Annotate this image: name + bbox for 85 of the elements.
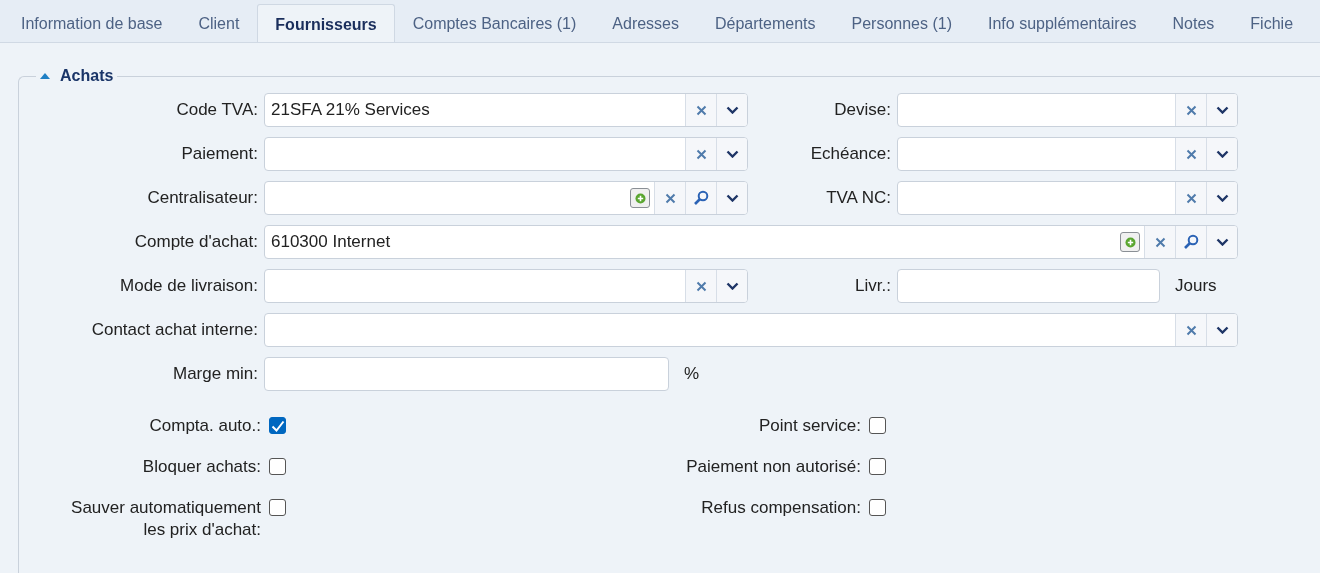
tab[interactable]: Départements bbox=[697, 4, 834, 42]
search-icon bbox=[1183, 234, 1199, 250]
dropdown-button[interactable] bbox=[1206, 94, 1237, 126]
checkbox-label: Compta. auto.: bbox=[149, 415, 261, 437]
tab[interactable]: Information de base bbox=[3, 4, 181, 42]
close-icon bbox=[1185, 148, 1197, 160]
dropdown-button[interactable] bbox=[716, 182, 747, 214]
input-field[interactable] bbox=[264, 181, 748, 215]
chevron-down-icon bbox=[725, 150, 739, 158]
dropdown-button[interactable] bbox=[716, 270, 747, 302]
add-button[interactable] bbox=[630, 188, 650, 208]
checkbox[interactable] bbox=[869, 417, 886, 434]
chevron-down-icon bbox=[725, 194, 739, 202]
checkbox-label: Sauver automatiquement les prix d'achat: bbox=[70, 497, 261, 541]
checkbox[interactable] bbox=[869, 458, 886, 475]
dropdown-button[interactable] bbox=[1206, 226, 1237, 258]
plus-icon bbox=[1124, 236, 1136, 248]
clear-button[interactable] bbox=[654, 182, 685, 214]
close-icon bbox=[1185, 104, 1197, 116]
checkbox-label: Bloquer achats: bbox=[142, 456, 261, 478]
input-field[interactable] bbox=[897, 93, 1238, 127]
close-icon bbox=[695, 104, 707, 116]
tab[interactable]: Adresses bbox=[594, 4, 697, 42]
chevron-down-icon bbox=[1215, 238, 1229, 246]
search-button[interactable] bbox=[685, 182, 716, 214]
checkbox[interactable] bbox=[269, 499, 286, 516]
tab[interactable]: Fournisseurs bbox=[257, 4, 395, 42]
checkbox[interactable] bbox=[269, 417, 286, 434]
close-icon bbox=[1154, 236, 1166, 248]
checkbox[interactable] bbox=[869, 499, 886, 516]
checkbox-label: Paiement non autorisé: bbox=[686, 456, 861, 478]
chevron-down-icon bbox=[1215, 106, 1229, 114]
section-title: Achats bbox=[60, 67, 114, 85]
search-button[interactable] bbox=[1175, 226, 1206, 258]
tab[interactable]: Comptes Bancaires (1) bbox=[394, 4, 595, 42]
plus-icon bbox=[634, 192, 646, 204]
input-field[interactable] bbox=[264, 137, 748, 171]
checkbox-label: Point service: bbox=[758, 415, 861, 437]
close-icon bbox=[1185, 192, 1197, 204]
tab[interactable]: Personnes (1) bbox=[833, 4, 970, 42]
input-field[interactable] bbox=[264, 269, 748, 303]
close-icon bbox=[695, 148, 707, 160]
search-icon bbox=[693, 190, 709, 206]
tab[interactable]: Fichie bbox=[1232, 4, 1312, 42]
checkbox-label: Refus compensation: bbox=[701, 497, 861, 519]
field-label: Centralisateur: bbox=[146, 188, 259, 208]
dropdown-button[interactable] bbox=[716, 138, 747, 170]
chevron-down-icon bbox=[1215, 194, 1229, 202]
close-icon bbox=[695, 280, 707, 292]
checkbox[interactable] bbox=[269, 458, 286, 475]
field-label: Marge min: bbox=[171, 364, 259, 384]
tab[interactable]: Info supplémentaires bbox=[970, 4, 1155, 42]
input-field[interactable] bbox=[897, 269, 1160, 303]
clear-button[interactable] bbox=[1144, 226, 1175, 258]
chevron-down-icon bbox=[725, 106, 739, 114]
chevron-down-icon bbox=[1215, 326, 1229, 334]
add-button[interactable] bbox=[1120, 232, 1140, 252]
field-label: Code TVA: bbox=[175, 100, 259, 120]
field-label: Paiement: bbox=[180, 144, 259, 164]
dropdown-button[interactable] bbox=[1206, 138, 1237, 170]
field-label: Devise: bbox=[833, 100, 892, 120]
chevron-down-icon bbox=[1215, 150, 1229, 158]
input-field[interactable]: 610300 Internet bbox=[264, 225, 1238, 259]
field-label: Mode de livraison: bbox=[119, 276, 259, 296]
field-label: Contact achat interne: bbox=[90, 320, 259, 340]
input-field[interactable] bbox=[897, 181, 1238, 215]
tab[interactable]: Notes bbox=[1154, 4, 1233, 42]
input-field[interactable] bbox=[264, 357, 669, 391]
collapse-triangle-icon[interactable] bbox=[40, 73, 50, 79]
dropdown-button[interactable] bbox=[1206, 314, 1237, 346]
field-label: Compte d'achat: bbox=[133, 232, 259, 252]
chevron-down-icon bbox=[725, 282, 739, 290]
input-field[interactable] bbox=[897, 137, 1238, 171]
unit-label: Jours bbox=[1175, 276, 1217, 296]
field-label: Echéance: bbox=[809, 144, 892, 164]
field-label: Livr.: bbox=[854, 276, 892, 296]
close-icon bbox=[1185, 324, 1197, 336]
dropdown-button[interactable] bbox=[716, 94, 747, 126]
input-field[interactable]: 21SFA 21% Services bbox=[264, 93, 748, 127]
close-icon bbox=[664, 192, 676, 204]
field-label: TVA NC: bbox=[825, 188, 892, 208]
unit-label: % bbox=[684, 364, 700, 384]
input-field[interactable] bbox=[264, 313, 1238, 347]
dropdown-button[interactable] bbox=[1206, 182, 1237, 214]
tab[interactable]: Client bbox=[180, 4, 258, 42]
